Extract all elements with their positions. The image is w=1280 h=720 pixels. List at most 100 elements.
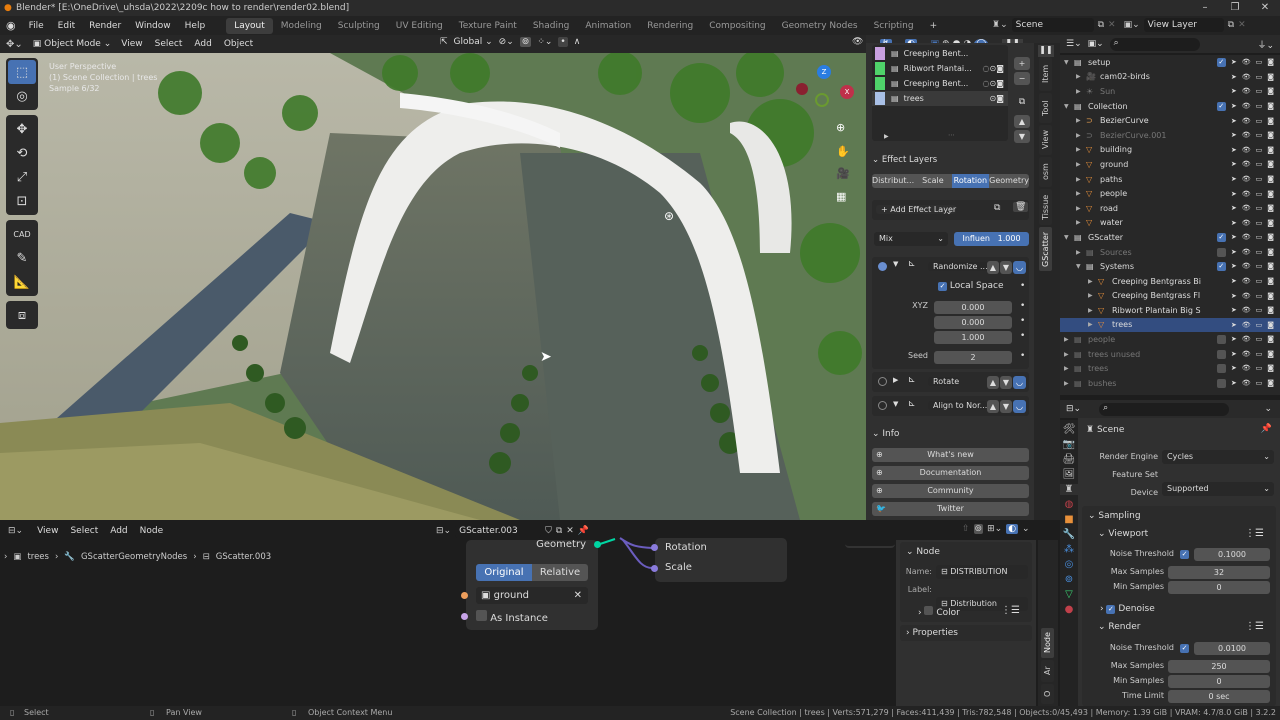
close-button[interactable]: ✕ — [1250, 0, 1280, 16]
viewport-toggle-icon[interactable]: ▭ — [1256, 102, 1263, 111]
pivot-icon[interactable]: ⊘⌄ — [499, 37, 514, 47]
select-toggle-icon[interactable]: ➤ — [1231, 219, 1237, 227]
effect-tab-scale[interactable]: Scale — [914, 174, 952, 188]
keyframe-dot[interactable]: • — [1020, 351, 1025, 361]
snap-element-icon[interactable]: ⊞⌄ — [987, 524, 1002, 534]
render-toggle-icon[interactable]: ◙ — [1267, 73, 1274, 81]
visibility-toggle-icon[interactable]: 👁 — [1242, 335, 1251, 344]
effect-move-up-button[interactable]: ▲ — [987, 376, 999, 389]
select-toggle-icon[interactable]: ➤ — [1231, 160, 1237, 168]
select-toggle-icon[interactable]: ➤ — [1231, 190, 1237, 198]
outliner-restriction-toggles[interactable]: ➤ 👁 ▭ ◙ — [1216, 364, 1274, 374]
remove-layer-button[interactable]: − — [1014, 72, 1030, 85]
render-toggle-icon[interactable]: ◙ — [1267, 102, 1274, 111]
transform-orientation-icon[interactable]: ⇱ — [440, 37, 448, 47]
twitter-button[interactable]: 🐦 Twitter — [872, 502, 1029, 516]
select-toggle-icon[interactable]: ➤ — [1231, 262, 1237, 271]
viewport-menu-add[interactable]: Add — [188, 39, 217, 49]
falloff-icon[interactable]: ∧ — [574, 37, 581, 47]
viewport-toggle-icon[interactable]: ▭ — [1256, 175, 1263, 183]
proportional-edit-icon[interactable]: • — [558, 37, 568, 47]
snap-target-icon[interactable]: ⁘⌄ — [537, 37, 552, 47]
viewport-toggle-icon[interactable]: ▭ — [1256, 73, 1263, 81]
render-toggle-icon[interactable]: ◙ — [1267, 248, 1274, 257]
add-effect-layer-dropdown[interactable]: + Add Effect Layer ⌄ — [876, 205, 957, 216]
layer-visibility-icons[interactable]: ◌⊙◙ — [983, 79, 1004, 88]
filter-icon[interactable]: ⏚⌄ — [1257, 38, 1274, 51]
outliner-restriction-toggles[interactable]: ➤ 👁 ▭ ◙ — [1231, 292, 1274, 300]
keyframe-dot[interactable]: • — [1020, 281, 1025, 291]
render-toggle-icon[interactable]: ◙ — [1267, 190, 1274, 198]
select-toggle-icon[interactable]: ➤ — [1231, 321, 1237, 329]
render-toggle-icon[interactable]: ◙ — [1267, 131, 1274, 139]
workspace-tab-scripting[interactable]: Scripting — [866, 18, 922, 34]
workspace-tab-shading[interactable]: Shading — [525, 18, 578, 34]
r-min-samples-field[interactable]: 0 — [1168, 675, 1270, 688]
add-cube-tool-icon[interactable]: ⧈ — [8, 303, 36, 327]
outliner-item[interactable]: ▶ ▽ road ➤ 👁 ▭ ◙ — [1060, 201, 1280, 216]
outliner-restriction-toggles[interactable]: ➤ 👁 ▭ ◙ — [1231, 175, 1274, 183]
render-toggle-icon[interactable]: ◙ — [1267, 204, 1274, 212]
scale-tool-icon[interactable]: ⤢ — [8, 165, 36, 189]
outliner-restriction-toggles[interactable]: ✓ ➤ 👁 ▭ ◙ — [1216, 232, 1274, 242]
viewport-toggle-icon[interactable]: ▭ — [1256, 292, 1263, 300]
rotate-tool-icon[interactable]: ⟲ — [8, 141, 36, 165]
outliner-restriction-toggles[interactable]: ➤ 👁 ▭ ◙ — [1216, 247, 1274, 257]
whats-new-button[interactable]: ⊕ What's new — [872, 448, 1029, 462]
measure-tool-icon[interactable]: 📐 — [8, 270, 36, 294]
visibility-toggle-icon[interactable]: 👁 — [1242, 87, 1251, 95]
properties-editor-type-icon[interactable]: ⊟⌄ — [1066, 404, 1081, 414]
workspace-tab-rendering[interactable]: Rendering — [639, 18, 701, 34]
outliner-restriction-toggles[interactable]: ➤ 👁 ▭ ◙ — [1216, 335, 1274, 345]
add-layer-button[interactable]: + — [1014, 57, 1030, 70]
viewport-toggle-icon[interactable]: ▭ — [1256, 190, 1263, 198]
snap-node-icon[interactable]: ⊚ — [973, 524, 984, 534]
scatter-layer-item[interactable]: ▤ Creeping Bent... — [872, 46, 1008, 61]
exclude-checkbox[interactable]: ✓ — [1216, 101, 1226, 111]
expand-icon[interactable]: ▶ — [884, 133, 889, 140]
expand-arrow-icon[interactable]: ▶ — [1064, 365, 1074, 372]
viewport-menu-view[interactable]: View — [115, 39, 148, 49]
outliner-item[interactable]: ▶ ▽ Creeping Bentgrass Fl ➤ 👁 ▭ ◙ — [1060, 289, 1280, 304]
presets-list-icon[interactable]: ⋮☰ — [1245, 528, 1264, 539]
outliner-item[interactable]: ▶ ▤ bushes ➤ 👁 ▭ ◙ — [1060, 376, 1280, 391]
visibility-toggle-icon[interactable]: 👁 — [1242, 248, 1251, 257]
rotation-y-field[interactable]: 0.000 — [934, 316, 1012, 329]
influence-slider[interactable]: Influen 1.000 — [954, 232, 1029, 246]
render-toggle-icon[interactable]: ◙ — [1267, 262, 1274, 271]
node-editor-type-icon[interactable]: ⊟⌄ — [0, 526, 31, 536]
instance-input-socket[interactable] — [461, 613, 468, 620]
view-layer-selector[interactable]: View Layer — [1143, 18, 1224, 32]
select-toggle-icon[interactable]: ➤ — [1231, 248, 1237, 257]
outliner-search-input[interactable]: ⌕ — [1109, 37, 1200, 51]
denoise-subpanel[interactable]: › ✓ Denoise — [1100, 604, 1155, 614]
outliner-restriction-toggles[interactable]: ➤ 👁 ▭ ◙ — [1231, 160, 1274, 168]
keyframe-dot[interactable]: • — [1020, 301, 1025, 311]
info-header[interactable]: ⌄ Info — [872, 429, 899, 439]
expand-arrow-icon[interactable]: ▼ — [1076, 263, 1086, 270]
visibility-toggle-icon[interactable]: 👁 — [1242, 117, 1251, 125]
visibility-toggle-icon[interactable]: 👁 — [1242, 131, 1251, 139]
viewport-toggle-icon[interactable]: ▭ — [1256, 117, 1263, 125]
viewport-toggle-icon[interactable]: ▭ — [1256, 350, 1263, 359]
scene-selector[interactable]: Scene — [1011, 18, 1094, 32]
blend-mode-dropdown[interactable]: Mix ⌄ — [874, 232, 948, 246]
layer-visibility-icons[interactable]: ⊙◙ — [990, 94, 1004, 103]
outliner-item[interactable]: ▼ ▤ setup ✓ ➤ 👁 ▭ ◙ — [1060, 55, 1280, 70]
fake-user-icon[interactable]: ⛉ — [545, 526, 552, 536]
expand-arrow-icon[interactable]: ▶ — [1076, 132, 1086, 139]
sidebar-tab-tool[interactable]: Tool — [1039, 93, 1052, 123]
visibility-toggle-icon[interactable]: 👁 — [1242, 175, 1251, 183]
outliner-item[interactable]: ▶ ▤ trees ➤ 👁 ▭ ◙ — [1060, 361, 1280, 376]
duplicate-node-group-icon[interactable]: ⧉ — [556, 526, 562, 536]
node-color-subpanel[interactable]: › Color — [918, 606, 960, 618]
move-layer-up-button[interactable]: ▲ — [1014, 115, 1030, 128]
render-toggle-icon[interactable]: ◙ — [1267, 160, 1274, 168]
cursor-tool-icon[interactable]: ◎ — [8, 84, 36, 108]
render-toggle-icon[interactable]: ◙ — [1267, 117, 1274, 125]
outliner-item[interactable]: ▶ ▽ people ➤ 👁 ▭ ◙ — [1060, 186, 1280, 201]
effect-enabled-toggle[interactable] — [878, 377, 887, 386]
render-toggle-icon[interactable]: ◙ — [1267, 292, 1274, 300]
effect-tab-distribution[interactable]: Distribut... — [872, 174, 915, 188]
viewport-toggle-icon[interactable]: ▭ — [1256, 146, 1263, 154]
